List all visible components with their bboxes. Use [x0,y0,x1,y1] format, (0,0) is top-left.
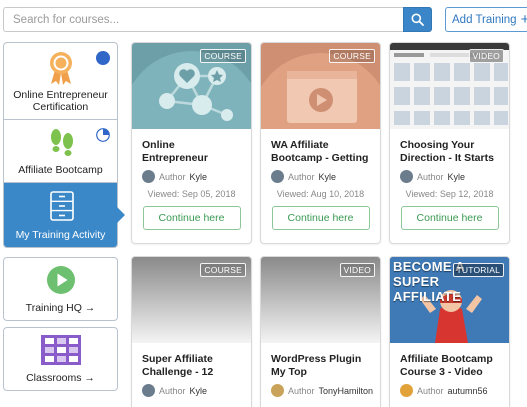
author-prefix: Author [159,171,186,182]
sidebar-nav-classrooms[interactable]: Classrooms → [3,327,118,391]
content-type-badge: TUTORIAL [452,263,504,277]
sidebar-item-classrooms[interactable]: Classrooms → [4,328,117,390]
author-prefix: Author [417,171,444,182]
continue-button[interactable]: Continue here [400,206,499,230]
viewed-date: Viewed: Sep 12, 2018 [405,189,494,199]
course-card[interactable]: COURSE Super Affiliate Challenge - 12 Au… [131,256,252,407]
author-row: Author Kyle [400,170,499,183]
author-name: Kyle [189,385,208,396]
content-type-badge: COURSE [329,49,375,63]
author-name: TonyHamilton [318,385,374,396]
search-bar [3,7,432,32]
classroom-grid-icon [41,335,81,365]
progress-indicator [96,51,110,65]
footprints-icon [51,129,73,156]
tutorial-card[interactable]: BECOME A SUPER AFFILIATE TUTORIAL Affili… [389,256,510,407]
author-name: Kyle [447,171,466,182]
author-prefix: Author [288,385,315,396]
search-icon [411,13,424,26]
author-name: Kyle [318,171,337,182]
add-training-label: Add Training [452,13,517,26]
video-card[interactable]: VIDEO WordPress Plugin My Top Author Ton… [260,256,381,407]
sidebar-item-training-hq[interactable]: Training HQ → [4,258,117,320]
author-row: Author TonyHamilton [271,384,373,397]
avatar [400,170,413,183]
plus-icon: + [520,10,527,28]
video-thumbnail: VIDEO [390,43,509,129]
search-button[interactable] [403,7,432,32]
author-prefix: Author [159,385,186,396]
video-card[interactable]: VIDEO Choosing Your Direction - It Start… [389,42,510,244]
course-card[interactable]: COURSE Online Entrepreneur Certification… [131,42,252,244]
avatar [400,384,413,397]
sidebar-item-my-training-activity[interactable]: My Training Activity [4,183,125,247]
sidebar-item-label: My Training Activity [15,229,106,241]
author-name: Kyle [189,171,208,182]
sidebar-nav-training-hq[interactable]: Training HQ → [3,257,118,321]
content-type-badge: VIDEO [339,263,375,277]
sidebar-item-label: Classrooms → [26,372,95,384]
content-type-badge: COURSE [200,263,246,277]
viewed-date: Viewed: Aug 10, 2018 [276,189,365,199]
video-title: Choosing Your Direction - It Starts [400,139,494,164]
content-type-badge: COURSE [200,49,246,63]
avatar [142,384,155,397]
author-row: Author Kyle [142,384,241,397]
avatar [271,384,284,397]
avatar [142,170,155,183]
course-thumbnail: COURSE [132,43,251,129]
progress-indicator [96,128,110,142]
tutorial-thumbnail: BECOME A SUPER AFFILIATE TUTORIAL [390,257,509,343]
tutorial-title: Affiliate Bootcamp Course 3 - Video [400,353,493,378]
sidebar-item-online-entrepreneur-certification[interactable]: Online Entrepreneur Certification [4,43,117,120]
course-title: Super Affiliate Challenge - 12 [142,353,214,378]
award-ribbon-icon [50,52,72,85]
training-page: Add Training + Online Entrepreneur Certi… [0,0,527,407]
author-prefix: Author [288,171,315,182]
course-card[interactable]: COURSE WA Affiliate Bootcamp - Getting A… [260,42,381,244]
author-row: Author Kyle [142,170,241,183]
video-title: WordPress Plugin My Top [271,353,362,378]
continue-button[interactable]: Continue here [142,206,241,230]
viewed-date: Viewed: Sep 05, 2018 [147,189,236,199]
search-input[interactable] [3,7,403,32]
add-training-button[interactable]: Add Training + [445,7,527,32]
author-row: Author autumn56 [400,384,499,397]
author-row: Author Kyle [271,170,370,183]
sidebar-item-label: Affiliate Bootcamp [18,164,103,176]
continue-button[interactable]: Continue here [271,206,370,230]
author-prefix: Author [417,385,444,396]
course-thumbnail: COURSE [261,43,380,129]
sidebar-item-label: Training HQ → [25,302,96,314]
avatar [271,170,284,183]
content-type-badge: VIDEO [468,49,504,63]
author-name: autumn56 [447,385,488,396]
file-cabinet-icon [50,191,74,221]
play-circle-icon [47,266,75,294]
course-title: Online Entrepreneur Certification - [142,139,208,164]
course-title: WA Affiliate Bootcamp - Getting [271,139,369,164]
sidebar-item-label: Online Entrepreneur Certification [13,89,108,113]
sidebar-item-affiliate-bootcamp[interactable]: Affiliate Bootcamp [4,120,117,183]
sidebar-training-list: Online Entrepreneur Certification Affili… [3,42,125,248]
